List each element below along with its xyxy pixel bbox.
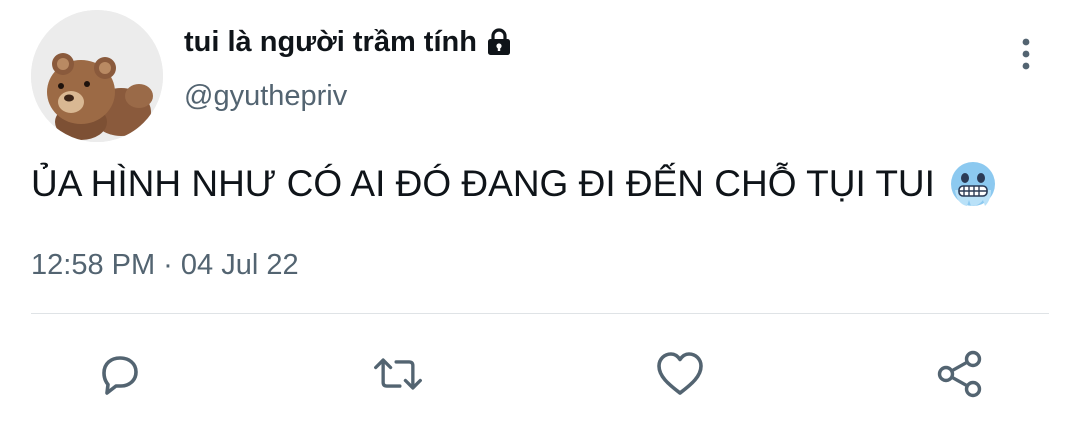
display-name[interactable]: tui là người trầm tính (184, 26, 477, 59)
avatar[interactable] (31, 10, 163, 142)
teddy-bear-avatar-icon (31, 10, 163, 142)
retweet-icon (374, 358, 422, 390)
cold-face-emoji-icon (949, 160, 997, 208)
user-handle[interactable]: @gyuthepriv (184, 80, 347, 113)
tweet-detail: tui là người trầm tính @gyuthepriv ỦA HÌ… (0, 0, 1080, 426)
tweet-text-row: ỦA HÌNH NHƯ CÓ AI ĐÓ ĐANG ĐI ĐẾN CHỖ TỤI… (31, 160, 997, 208)
divider (31, 313, 1049, 314)
share-icon (937, 350, 982, 398)
lock-icon (485, 27, 513, 57)
like-button[interactable] (654, 348, 706, 400)
reply-button[interactable] (94, 348, 146, 400)
tweet-timestamp[interactable]: 12:58 PM · 04 Jul 22 (31, 249, 299, 282)
more-vertical-icon[interactable] (1012, 34, 1040, 74)
share-button[interactable] (934, 348, 986, 400)
tweet-text: ỦA HÌNH NHƯ CÓ AI ĐÓ ĐANG ĐI ĐẾN CHỖ TỤI… (31, 163, 935, 204)
user-name-row: tui là người trầm tính (184, 24, 513, 60)
reply-icon (102, 356, 138, 395)
retweet-button[interactable] (372, 348, 424, 400)
heart-icon (657, 352, 703, 395)
